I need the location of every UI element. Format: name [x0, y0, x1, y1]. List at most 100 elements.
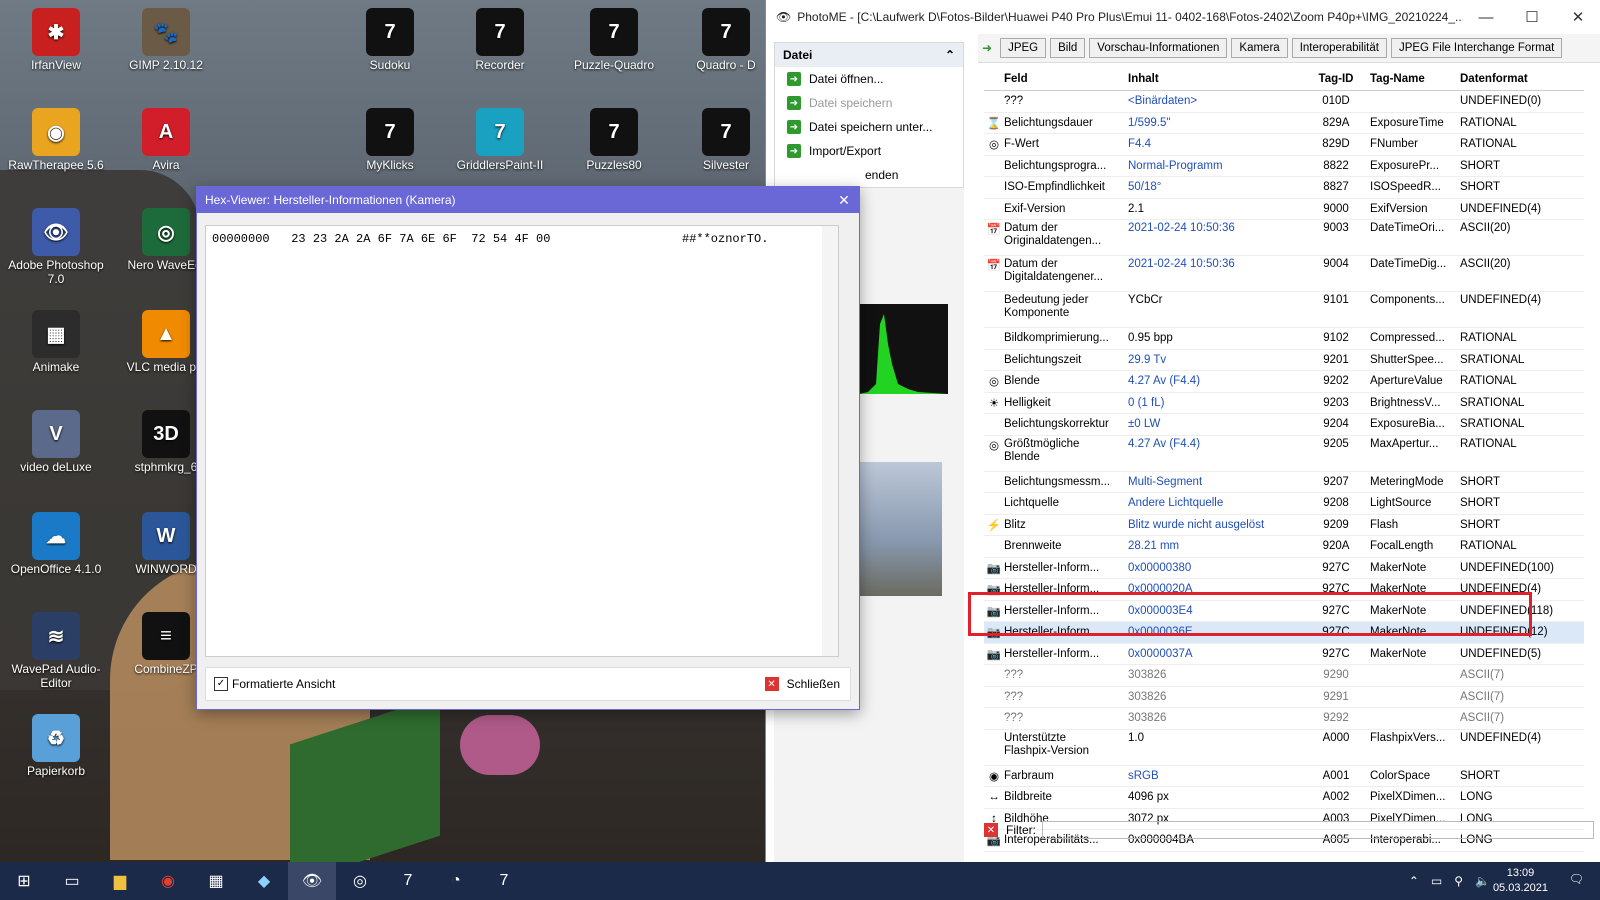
desktop-icon[interactable]: A Avira — [118, 108, 214, 172]
table-row[interactable]: ⌛ Belichtungsdauer 1/599.5" 829A ExposureTim… — [984, 113, 1584, 134]
filter-input[interactable] — [1042, 821, 1594, 839]
clear-filter-icon[interactable]: ✕ — [984, 823, 998, 837]
table-row[interactable]: Belichtungsprogra... Normal-Programm 8822 E… — [984, 156, 1584, 177]
desktop-icon[interactable]: 7 MyKlicks — [342, 108, 438, 172]
table-row[interactable]: ISO-Empfindlichkeit 50/18° 8827 ISOSpeedR..… — [984, 177, 1584, 199]
desktop-icon[interactable]: ≋ WavePad Audio-Editor — [8, 612, 104, 690]
tab[interactable]: Vorschau-Informationen — [1089, 38, 1228, 58]
desktop-icon[interactable]: ♻ Papierkorb — [8, 714, 104, 778]
clock[interactable]: 13:09 05.03.2021 — [1493, 866, 1548, 896]
tab[interactable]: Interoperabilität — [1291, 38, 1387, 58]
table-row[interactable]: ??? 303826 9291 ASCII(7) — [984, 687, 1584, 708]
app-icon: ≋ — [32, 612, 80, 660]
desktop-icon[interactable]: 7 Silvester — [678, 108, 774, 172]
hex-close-icon[interactable]: ✕ — [829, 192, 859, 209]
tab[interactable]: Bild — [1050, 38, 1086, 58]
rawtherapee-taskbar-icon[interactable]: ◔ — [432, 862, 480, 900]
desktop-icon[interactable]: 7 Quadro - D — [678, 8, 774, 72]
cell-feld: Bedeutung jeder Komponente — [1004, 294, 1089, 319]
start-icon[interactable]: ⊞ — [0, 862, 48, 900]
desktop-icon[interactable]: 7 Sudoku — [342, 8, 438, 72]
griddlers-taskbar-icon[interactable]: 7 — [480, 862, 528, 900]
minimize-button[interactable]: — — [1463, 9, 1509, 26]
menu-item[interactable]: ➜ Import/Export — [775, 139, 963, 163]
table-row[interactable]: ◎ Größtmögliche Blende 4.27 Av (F4.4) 9205 M… — [984, 436, 1584, 472]
close-dialog-button[interactable]: ✕ Schließen — [764, 677, 840, 691]
battery-icon[interactable]: ▭ — [1431, 874, 1442, 888]
close-icon: ✕ — [764, 677, 779, 691]
photome-taskbar-icon[interactable]: 👁 — [288, 862, 336, 900]
table-row[interactable]: Exif-Version 2.1 9000 ExifVersion UNDEFINED(… — [984, 199, 1584, 220]
table-row[interactable]: ??? 303826 9290 ASCII(7) — [984, 665, 1584, 687]
menu-item[interactable]: ➜ Datei speichern unter... — [775, 115, 963, 139]
table-row[interactable]: 📷 Hersteller-Inform... 0x00000380 927C Maker… — [984, 558, 1584, 579]
datei-panel-header[interactable]: Datei ⌃ — [775, 43, 963, 67]
table-row[interactable]: ◎ Blende 4.27 Av (F4.4) 9202 ApertureValue RA… — [984, 371, 1584, 393]
table-row[interactable]: 📅 Datum der Digitaldatengener... 2021-02-2… — [984, 256, 1584, 292]
table-row[interactable]: ⚡ Blitz Blitz wurde nicht ausgelöst 9209 Fla… — [984, 515, 1584, 536]
table-row[interactable]: Brennweite 28.21 mm 920A FocalLength RATIONA… — [984, 536, 1584, 558]
table-row[interactable]: Bildkomprimierung... 0.95 bpp 9102 Compress… — [984, 328, 1584, 350]
col-header-tagid[interactable]: Tag-ID — [1308, 73, 1364, 85]
desktop-icon[interactable]: ◉ RawTherapee 5.6 — [8, 108, 104, 172]
cell-feld: Belichtungszeit — [1004, 353, 1082, 366]
desktop-icon[interactable]: 👁 Adobe Photoshop 7.0 — [8, 208, 104, 286]
table-row[interactable]: ??? <Binärdaten> 010D UNDEFINED(0) — [984, 91, 1584, 113]
tab[interactable]: JPEG File Interchange Format — [1390, 38, 1563, 58]
table-row[interactable]: Belichtungszeit 29.9 Tv 9201 ShutterSpee...… — [984, 350, 1584, 371]
table-row[interactable]: 📷 Hersteller-Inform... 0x0000037A 927C Maker… — [984, 644, 1584, 665]
menu-item-partial[interactable]: enden — [775, 163, 963, 187]
table-row[interactable]: ☀ Helligkeit 0 (1 fL) 9203 BrightnessV... SRA… — [984, 393, 1584, 414]
tab[interactable]: Kamera — [1231, 38, 1288, 58]
task-view-icon[interactable]: ▭ — [48, 862, 96, 900]
volume-icon[interactable]: 🔈 — [1475, 874, 1490, 888]
photoshop-taskbar-icon[interactable]: ◎ — [336, 862, 384, 900]
desktop-icon[interactable]: 7 Recorder — [452, 8, 548, 72]
table-row[interactable]: Belichtungskorrektur ±0 LW 9204 ExposureBia… — [984, 414, 1584, 436]
formatted-checkbox[interactable]: ✓ — [214, 677, 228, 691]
table-row[interactable]: Lichtquelle Andere Lichtquelle 9208 LightSo… — [984, 493, 1584, 515]
table-row[interactable]: ↔ Bildbreite 4096 px A002 PixelXDimen... LONG — [984, 787, 1584, 809]
notification-icon[interactable]: 🗨 — [1569, 872, 1584, 886]
table-row[interactable]: ◉ Farbraum sRGB A001 ColorSpace SHORT — [984, 766, 1584, 787]
network-icon[interactable]: ⚲ — [1454, 874, 1463, 888]
explorer-icon[interactable]: ▆ — [96, 862, 144, 900]
arrow-right-icon[interactable]: ➜ — [982, 41, 992, 55]
desktop-icon[interactable]: ▦ Animake — [8, 310, 104, 374]
tab[interactable]: JPEG — [1000, 38, 1047, 58]
chevron-up-icon[interactable]: ⌃ — [1409, 874, 1419, 888]
col-header-tagname[interactable]: Tag-Name — [1364, 73, 1454, 85]
hex-viewer-title: Hex-Viewer: Hersteller-Informationen (Ka… — [205, 193, 456, 207]
app-icon[interactable]: ◆ — [240, 862, 288, 900]
table-row[interactable]: 📅 Datum der Originaldatengen... 2021-02-24… — [984, 220, 1584, 256]
cell-format: ASCII(7) — [1460, 712, 1505, 725]
puzzle-taskbar-icon[interactable]: 7 — [384, 862, 432, 900]
col-header-feld[interactable]: Feld — [1004, 73, 1120, 85]
table-row[interactable]: Belichtungsmessm... Multi-Segment 9207 Mete… — [984, 472, 1584, 493]
col-header-format[interactable]: Datenformat — [1454, 73, 1560, 85]
col-header-inhalt[interactable]: Inhalt — [1120, 73, 1308, 85]
desktop-icon[interactable]: 7 Puzzles80 — [566, 108, 662, 172]
desktop-icon[interactable]: 🐾 GIMP 2.10.12 — [118, 8, 214, 72]
cell-tagname: Components... — [1370, 294, 1445, 306]
collapse-icon[interactable]: ⌃ — [945, 48, 955, 62]
table-row[interactable]: ??? 303826 9292 ASCII(7) — [984, 708, 1584, 730]
desktop-icon[interactable]: ✱ IrfanView — [8, 8, 104, 72]
calculator-icon[interactable]: ▦ — [192, 862, 240, 900]
desktop-icon[interactable]: ☁ OpenOffice 4.1.0 — [8, 512, 104, 576]
maximize-button[interactable]: ☐ — [1509, 8, 1555, 26]
cell-tagname: MeteringMode — [1370, 475, 1444, 488]
table-row[interactable]: Unterstützte Flashpix-Version 1.0 A000 Flas… — [984, 730, 1584, 766]
desktop-icon[interactable]: Vvideo deLuxe — [8, 410, 104, 474]
table-row[interactable]: ◎ F-Wert F4.4 829D FNumber RATIONAL — [984, 134, 1584, 156]
desktop-icon[interactable]: 7 GriddlersPaint-II — [452, 108, 548, 172]
desktop-icon[interactable]: 7 Puzzle-Quadro — [566, 8, 662, 72]
chrome-icon[interactable]: ◉ — [144, 862, 192, 900]
menu-item[interactable]: ➜ Datei öffnen... — [775, 67, 963, 91]
close-window-button[interactable]: ✕ — [1555, 8, 1600, 26]
table-row[interactable]: Bedeutung jeder Komponente YCbCr 9101 Compo… — [984, 292, 1584, 328]
menu-item[interactable]: ➜ Datei speichern — [775, 91, 963, 115]
hex-content[interactable]: 00000000 23 23 2A 2A 6F 7A 6E 6F 72 54 4… — [205, 225, 839, 657]
image-thumbnail[interactable] — [858, 462, 942, 596]
hex-scrollbar[interactable] — [822, 226, 838, 656]
